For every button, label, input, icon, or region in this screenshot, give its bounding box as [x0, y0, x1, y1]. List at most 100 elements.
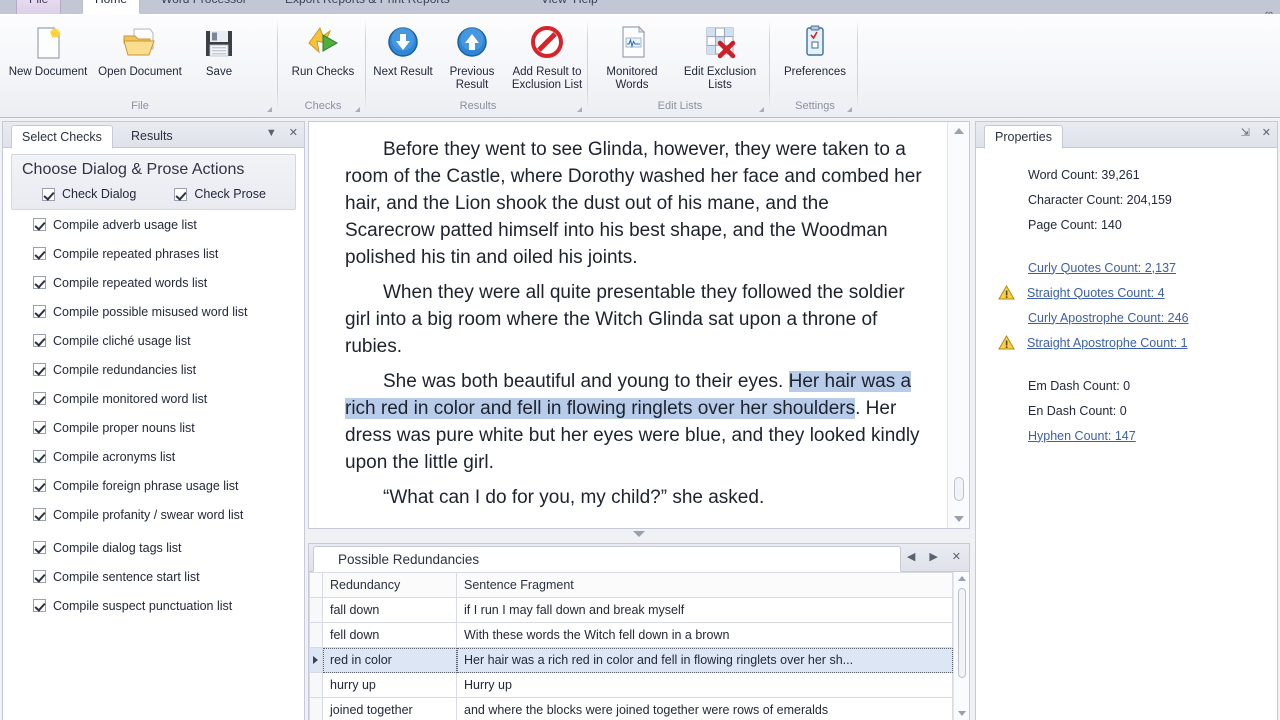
grid-scroll-up-icon[interactable] [957, 576, 966, 581]
row-indicator [309, 697, 323, 720]
previous-result-button[interactable]: Previous Result [438, 19, 506, 92]
checkbox-icon[interactable] [174, 187, 188, 201]
file-dialog-launcher-icon[interactable] [267, 107, 272, 112]
table-row[interactable]: joined together and where the blocks were… [309, 697, 953, 720]
column-header-sentence-fragment[interactable]: Sentence Fragment [456, 572, 953, 598]
checkbox-icon[interactable] [42, 187, 55, 201]
cell-redundancy: red in color [322, 647, 457, 673]
settings-dialog-launcher-icon[interactable] [847, 107, 852, 112]
property-dash-stat-label[interactable]: Hyphen Count: 147 [1028, 429, 1136, 443]
property-quote-stat-label[interactable]: Curly Apostrophe Count: 246 [1028, 311, 1189, 325]
right-panel-scrollbar[interactable] [1273, 148, 1277, 720]
results-grid-scrollbar[interactable] [953, 572, 969, 720]
grid-scroll-down-icon[interactable] [957, 711, 966, 716]
next-tab-icon[interactable]: ▶ [929, 550, 937, 564]
check-item-0[interactable]: Compile adverb usage list [3, 210, 304, 239]
check-item-7[interactable]: Compile proper nouns list [3, 413, 304, 442]
edit-exclusion-lists-button[interactable]: Edit Exclusion Lists [674, 19, 766, 92]
document-text[interactable]: Before they went to see Glinda, however,… [309, 122, 947, 528]
checkbox-icon[interactable] [33, 334, 46, 347]
check-item-9[interactable]: Compile foreign phrase usage list [3, 471, 304, 500]
check-item-6[interactable]: Compile monitored word list [3, 384, 304, 413]
property-quote-stat-3[interactable]: Straight Apostrophe Count: 1 [998, 330, 1277, 355]
global-check-item-0[interactable]: Compile dialog tags list [3, 533, 304, 562]
close-results-icon[interactable]: ✕ [952, 550, 961, 564]
next-result-button[interactable]: Next Result [368, 19, 438, 79]
checkbox-icon[interactable] [33, 450, 46, 463]
scroll-down-icon[interactable] [953, 516, 964, 522]
table-row[interactable]: fell down With these words the Witch fell… [309, 622, 953, 648]
table-row[interactable]: red in color Her hair was a rich red in c… [309, 647, 953, 673]
property-quote-stat-label[interactable]: Straight Quotes Count: 4 [1027, 286, 1165, 300]
left-panel-scrollbar[interactable] [300, 148, 304, 720]
ribbon-tab-export-reports-print-reports[interactable]: Export Reports & Print Reports [272, 0, 463, 14]
ribbon: New Document Open Document Save File Run… [0, 14, 1280, 118]
preferences-button[interactable]: Preferences [772, 19, 858, 79]
ribbon-tab-word-processor[interactable]: Word Processor [148, 0, 260, 14]
open-document-button[interactable]: Open Document [94, 19, 186, 79]
checkbox-icon[interactable] [33, 363, 46, 376]
scroll-up-icon[interactable] [953, 128, 964, 134]
float-window-icon[interactable]: ⇲ [1241, 126, 1250, 140]
check-item-2[interactable]: Compile repeated words list [3, 268, 304, 297]
checkbox-icon[interactable] [33, 479, 46, 492]
property-dash-stat-2[interactable]: Hyphen Count: 147 [1028, 423, 1277, 448]
run-checks-button[interactable]: Run Checks [280, 19, 366, 79]
check-item-5[interactable]: Compile redundancies list [3, 355, 304, 384]
chevron-down-icon[interactable]: ▼ [266, 126, 277, 140]
dialog-prose-check-list: Compile adverb usage list Compile repeate… [3, 210, 304, 529]
checkbox-icon[interactable] [33, 392, 46, 405]
dialog-prose-option-1[interactable]: Check Prose [174, 187, 266, 201]
global-check-item-1[interactable]: Compile sentence start list [3, 562, 304, 591]
checkbox-icon[interactable] [33, 218, 46, 231]
tab-select-checks[interactable]: Select Checks [11, 125, 113, 149]
save-button[interactable]: Save [186, 19, 252, 79]
grid-scroll-thumb[interactable] [958, 588, 966, 678]
table-row[interactable]: hurry up Hurry up [309, 672, 953, 698]
splitter-collapse-icon[interactable] [633, 531, 645, 537]
checks-dialog-launcher-icon[interactable] [355, 107, 360, 112]
tab-results[interactable]: Results [121, 125, 183, 149]
checkbox-icon[interactable] [33, 508, 46, 521]
checkbox-icon[interactable] [33, 570, 46, 583]
checkbox-icon[interactable] [33, 276, 46, 289]
checkbox-icon[interactable] [33, 421, 46, 434]
tab-possible-redundancies[interactable]: Possible Redundancies [313, 546, 901, 572]
global-check-item-label: Compile dialog tags list [53, 540, 182, 555]
document-scrollbar[interactable] [947, 122, 969, 528]
ribbon-tab-file[interactable]: File [16, 0, 62, 14]
close-icon[interactable]: ✕ [289, 126, 298, 140]
ribbon-tab-home[interactable]: Home [82, 0, 141, 14]
check-item-10[interactable]: Compile profanity / swear word list [3, 500, 304, 529]
previous-tab-icon[interactable]: ◀ [907, 550, 915, 564]
cell-redundancy: fell down [322, 622, 457, 648]
dialog-prose-option-0[interactable]: Check Dialog [42, 187, 136, 201]
global-check-item-2[interactable]: Compile suspect punctuation list [3, 591, 304, 620]
add-result-to-exclusion-list-button[interactable]: Add Result to Exclusion List [506, 19, 588, 92]
close-icon[interactable]: ✕ [1262, 126, 1271, 140]
checkbox-icon[interactable] [33, 247, 46, 260]
tab-properties[interactable]: Properties [984, 125, 1063, 149]
column-header-redundancy[interactable]: Redundancy [322, 572, 457, 598]
results-dialog-launcher-icon[interactable] [577, 107, 582, 112]
new-document-button[interactable]: New Document [2, 19, 94, 79]
check-item-3[interactable]: Compile possible misused word list [3, 297, 304, 326]
property-quote-stat-2[interactable]: Curly Apostrophe Count: 246 [1028, 305, 1277, 330]
property-quote-stat-0[interactable]: Curly Quotes Count: 2,137 [1028, 255, 1277, 280]
property-quote-stat-label[interactable]: Curly Quotes Count: 2,137 [1028, 261, 1176, 275]
property-quote-stat-1[interactable]: Straight Quotes Count: 4 [998, 280, 1277, 305]
table-row[interactable]: fall down if I run I may fall down and br… [309, 597, 953, 623]
ribbon-tab-help[interactable]: Help [560, 0, 611, 14]
check-item-4[interactable]: Compile cliché usage list [3, 326, 304, 355]
checkbox-icon[interactable] [33, 305, 46, 318]
scroll-thumb[interactable] [954, 477, 964, 501]
checkbox-icon[interactable] [33, 599, 46, 612]
check-item-8[interactable]: Compile acronyms list [3, 442, 304, 471]
check-item-1[interactable]: Compile repeated phrases list [3, 239, 304, 268]
property-quote-stat-label[interactable]: Straight Apostrophe Count: 1 [1027, 336, 1188, 350]
checkbox-icon[interactable] [33, 541, 46, 554]
monitored-words-button[interactable]: Monitored Words [590, 19, 674, 92]
horizontal-splitter[interactable] [308, 529, 970, 543]
document-pane: Before they went to see Glinda, however,… [308, 121, 970, 529]
edit-lists-dialog-launcher-icon[interactable] [759, 107, 764, 112]
